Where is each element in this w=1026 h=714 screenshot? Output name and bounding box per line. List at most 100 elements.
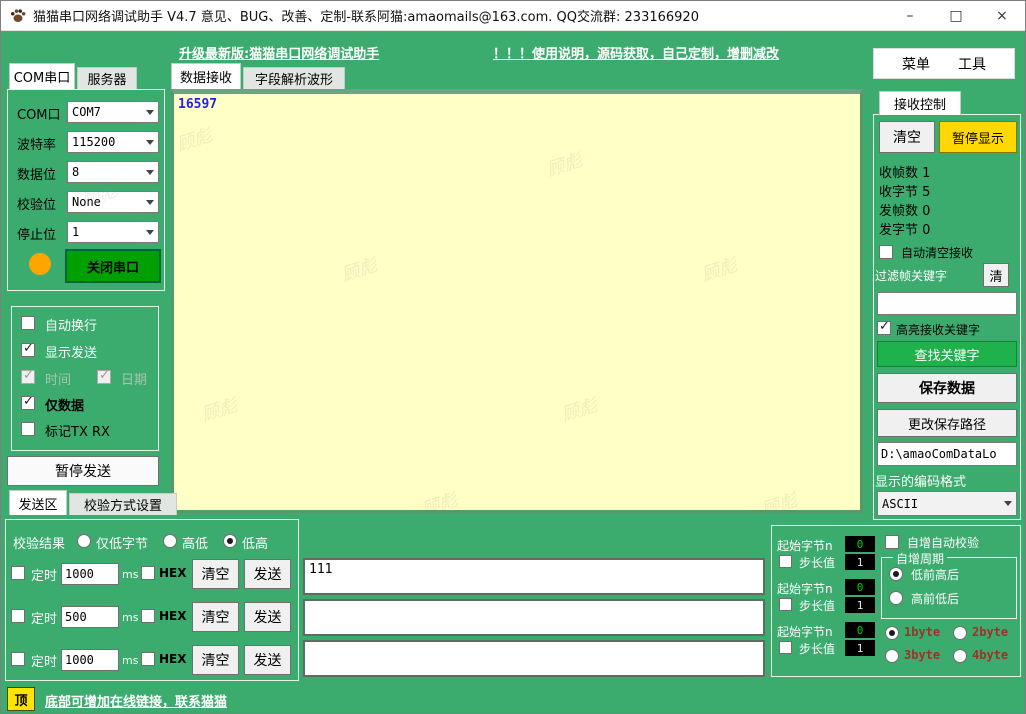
auto-checksum-label: 自增自动校验 [907,534,979,551]
change-save-path-button[interactable]: 更改保存路径 [877,409,1017,437]
filter-keyword-input[interactable] [877,292,1017,315]
step1-checkbox[interactable] [779,555,792,568]
com-port-select[interactable]: COM7 [67,101,159,123]
show-send-checkbox[interactable] [21,343,35,357]
step3-value[interactable]: 1 [845,640,875,656]
low-first-radio[interactable] [889,567,903,581]
window-controls: – □ × [887,1,1025,30]
timer1-label: 定时 [31,565,57,584]
time-label: 时间 [45,369,71,388]
mark-txrx-checkbox[interactable] [21,422,35,436]
timer1-ms-label: ms [122,568,138,581]
data-bits-select[interactable]: 8 [67,161,159,183]
send-input-2[interactable] [303,599,765,636]
start-byte3-label: 起始字节n [777,623,833,640]
send3-button[interactable]: 发送 [244,645,291,675]
clear3-button[interactable]: 清空 [192,645,239,675]
pause-send-button[interactable]: 暂停发送 [7,456,159,486]
tab-server[interactable]: 服务器 [77,67,137,89]
step1-value[interactable]: 1 [845,554,875,570]
tab-field-waveform[interactable]: 字段解析波形 [243,67,345,89]
auto-newline-checkbox[interactable] [21,316,35,330]
top-button[interactable]: 顶 [7,687,35,711]
parity-label: 校验位 [17,194,56,213]
time-checkbox[interactable] [21,370,35,384]
received-data-text: 16597 [178,97,217,112]
parity-value: None [72,195,101,209]
data-only-checkbox[interactable] [21,396,35,410]
high-first-radio[interactable] [889,591,903,605]
rx-bytes-value: 5 [922,185,930,200]
checksum-result-label: 校验结果 [13,533,65,552]
date-checkbox[interactable] [97,370,111,384]
hex2-checkbox[interactable] [141,609,155,623]
pause-display-button[interactable]: 暂停显示 [939,121,1017,153]
send1-button[interactable]: 发送 [244,559,291,589]
send-input-1[interactable]: 111 [303,558,765,595]
tx-bytes-stat: 发字节 0 [879,219,930,238]
maximize-button[interactable]: □ [933,1,979,30]
baud-rate-select[interactable]: 115200 [67,131,159,153]
byte3-label: 3byte [904,648,940,662]
byte1-radio[interactable] [885,626,899,640]
filter-clear-button[interactable]: 清 [983,263,1009,287]
tab-com-serial[interactable]: COM串口 [9,63,75,89]
start-byte3-value[interactable]: 0 [845,622,875,638]
timer1-interval-input[interactable] [61,563,119,585]
byte3-radio[interactable] [885,649,899,663]
start-byte1-label: 起始字节n [777,537,833,554]
parity-select[interactable]: None [67,191,159,213]
close-serial-button[interactable]: 关闭串口 [65,249,161,283]
step2-checkbox[interactable] [779,598,792,611]
step3-checkbox[interactable] [779,641,792,654]
tab-send-area[interactable]: 发送区 [9,490,67,515]
timer2-interval-input[interactable] [61,606,119,628]
menu-item-menu[interactable]: 菜单 [902,54,930,74]
step2-value[interactable]: 1 [845,597,875,613]
com-port-value: COM7 [72,105,101,119]
minimize-button[interactable]: – [887,1,933,30]
timer3-interval-input[interactable] [61,649,119,671]
timer2-ms-label: ms [122,611,138,624]
tab-checksum-setting[interactable]: 校验方式设置 [69,493,177,515]
byte4-radio[interactable] [953,649,967,663]
start-byte2-label: 起始字节n [777,580,833,597]
send-input-3[interactable] [303,640,765,677]
checksum-lowhigh-radio[interactable] [223,534,237,548]
menu-item-tools[interactable]: 工具 [958,54,986,74]
increment-period-label: 自增周期 [893,550,947,567]
stop-bits-select[interactable]: 1 [67,221,159,243]
clear1-button[interactable]: 清空 [192,559,239,589]
timer3-checkbox[interactable] [11,652,25,666]
start-byte2-value[interactable]: 0 [845,579,875,595]
checksum-lowbyte-radio[interactable] [77,534,91,548]
hex1-label: HEX [159,566,187,580]
chevron-down-icon [146,110,154,115]
hex1-checkbox[interactable] [141,566,155,580]
save-path-field[interactable]: D:\amaoComDataLo [877,442,1017,466]
hex3-checkbox[interactable] [141,652,155,666]
find-keyword-button[interactable]: 查找关键字 [877,341,1017,367]
timer1-checkbox[interactable] [11,566,25,580]
save-data-button[interactable]: 保存数据 [877,373,1017,403]
clear2-button[interactable]: 清空 [192,602,239,632]
upgrade-link[interactable]: 升级最新版:猫猫串口网络调试助手 [179,43,379,62]
send2-button[interactable]: 发送 [244,602,291,632]
timer2-checkbox[interactable] [11,609,25,623]
highlight-keyword-checkbox[interactable] [877,321,891,335]
start-byte1-value[interactable]: 0 [845,536,875,552]
auto-clear-checkbox[interactable] [879,245,893,259]
step1-label: 步长值 [799,554,835,571]
checksum-highlow-radio[interactable] [163,534,177,548]
help-link[interactable]: ！！！使用说明，源码获取，自己定制，增删减改 [493,43,779,62]
receive-data-area[interactable]: 16597 [171,89,863,513]
encoding-select[interactable]: ASCII [877,491,1017,516]
footer-contact-link[interactable]: 底部可增加在线链接，联系猫猫 [45,691,227,710]
auto-checksum-checkbox[interactable] [885,535,899,549]
app-window: 猫猫串口网络调试助手 V4.7 意见、BUG、改善、定制-联系阿猫:amaoma… [0,0,1026,714]
clear-receive-button[interactable]: 清空 [879,121,935,153]
tab-receive-control[interactable]: 接收控制 [879,91,961,115]
byte2-radio[interactable] [953,626,967,640]
tab-data-receive[interactable]: 数据接收 [171,63,241,89]
close-button[interactable]: × [979,1,1025,30]
